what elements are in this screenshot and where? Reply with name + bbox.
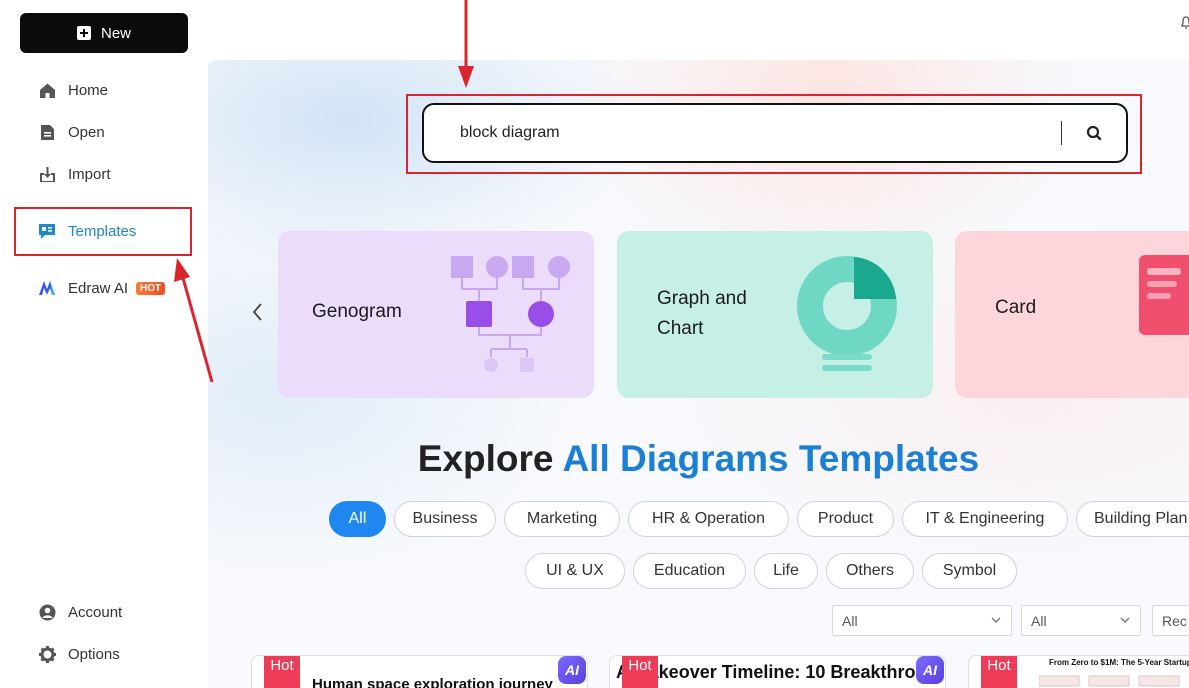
sidebar-item-label: Open	[68, 123, 105, 141]
hot-tag: Hot	[622, 656, 658, 688]
card-illustration	[1139, 255, 1189, 335]
card-title-line: Chart	[657, 318, 704, 339]
chevron-left-icon[interactable]	[248, 300, 268, 324]
filter-select-2[interactable]: All	[1021, 605, 1141, 636]
new-button-label: New	[100, 24, 131, 42]
card-title-line: Graph and	[657, 288, 747, 309]
bell-icon[interactable]	[1181, 16, 1189, 30]
ai-badge: AI	[558, 656, 586, 684]
chevron-down-icon	[991, 617, 1001, 623]
filter-select-value: All	[1031, 612, 1047, 629]
category-chip-education[interactable]: Education	[633, 553, 746, 589]
sidebar-item-label: Edraw AI	[68, 279, 129, 297]
import-icon	[38, 165, 56, 183]
account-icon	[38, 603, 56, 621]
template-card[interactable]: Hot From Zero to $1M: The 5-Year Startup…	[968, 655, 1189, 688]
sidebar-item-import[interactable]: Import	[38, 162, 111, 186]
home-icon	[38, 81, 56, 99]
category-chip-ui-ux[interactable]: UI & UX	[525, 553, 625, 589]
edraw-ai-icon	[38, 279, 56, 297]
sidebar-item-open[interactable]: Open	[38, 120, 105, 144]
category-chip-business[interactable]: Business	[394, 501, 496, 537]
category-chip-marketing[interactable]: Marketing	[504, 501, 620, 537]
sidebar-item-label: Account	[68, 603, 123, 621]
explore-heading-highlight: All Diagrams Templates	[562, 438, 980, 479]
template-category-card[interactable]: Genogram	[278, 231, 594, 398]
sidebar-item-options[interactable]: Options	[38, 642, 120, 666]
category-chip-hr-operation[interactable]: HR & Operation	[628, 501, 789, 537]
sidebar-item-edraw-ai[interactable]: Edraw AI HOT	[38, 276, 166, 300]
timeline-thumbnail	[1039, 675, 1180, 687]
card-title: Genogram	[312, 301, 402, 322]
annotation-box-templates	[14, 207, 192, 256]
category-chip-all[interactable]: All	[329, 501, 386, 537]
sidebar-item-home[interactable]: Home	[38, 78, 108, 102]
template-card-title: AI Takeover Timeline: 10 Breakthroug	[616, 662, 938, 682]
category-chip-symbol[interactable]: Symbol	[922, 553, 1017, 589]
category-chip-building-plan[interactable]: Building Plan	[1076, 501, 1189, 537]
donut-chart-illustration	[797, 256, 897, 371]
filter-select-value: All	[842, 612, 858, 629]
annotation-arrow-up	[174, 258, 214, 383]
category-chip-life[interactable]: Life	[754, 553, 818, 589]
hot-badge: HOT	[136, 281, 166, 295]
sidebar-item-account[interactable]: Account	[38, 600, 122, 624]
file-icon	[38, 123, 56, 141]
app-root: New Home Open Import Templates Edraw AI …	[0, 0, 1189, 688]
template-card[interactable]: AI Takeover Timeline: 10 Breakthroug Hot…	[609, 655, 946, 688]
hot-tag: Hot	[264, 656, 300, 688]
sort-select[interactable]: Rec	[1152, 605, 1189, 636]
gear-icon	[38, 645, 56, 663]
sidebar-item-label: Home	[68, 81, 109, 99]
explore-heading: Explore All Diagrams Templates	[208, 438, 1189, 480]
category-chip-product[interactable]: Product	[797, 501, 894, 537]
new-button[interactable]: New	[20, 13, 188, 53]
template-category-card[interactable]: Card	[955, 231, 1189, 398]
annotation-arrow-down	[458, 0, 474, 88]
template-card-title: From Zero to $1M: The 5-Year Startup F	[1049, 658, 1189, 667]
card-title: Card	[995, 297, 1037, 318]
template-card-title: Human space exploration journey	[312, 676, 553, 688]
sort-select-value: Rec	[1162, 612, 1187, 629]
chevron-down-icon	[1120, 617, 1130, 623]
ai-badge: AI	[916, 656, 944, 684]
sidebar-item-label: Options	[68, 645, 120, 663]
sidebar-item-label: Import	[68, 165, 111, 183]
filter-select-1[interactable]: All	[832, 605, 1012, 636]
template-category-card[interactable]: Graph and Chart	[617, 231, 933, 398]
category-chip-others[interactable]: Others	[826, 553, 914, 589]
explore-heading-prefix: Explore	[417, 438, 554, 479]
card-title: Graph and Chart	[657, 284, 747, 344]
template-card[interactable]: Hot AI Human space exploration journey	[251, 655, 588, 688]
genogram-illustration	[451, 256, 570, 372]
hot-tag: Hot	[981, 656, 1017, 688]
annotation-box-search	[406, 94, 1142, 174]
plus-icon	[76, 26, 91, 40]
category-chip-it-engineering[interactable]: IT & Engineering	[902, 501, 1068, 537]
